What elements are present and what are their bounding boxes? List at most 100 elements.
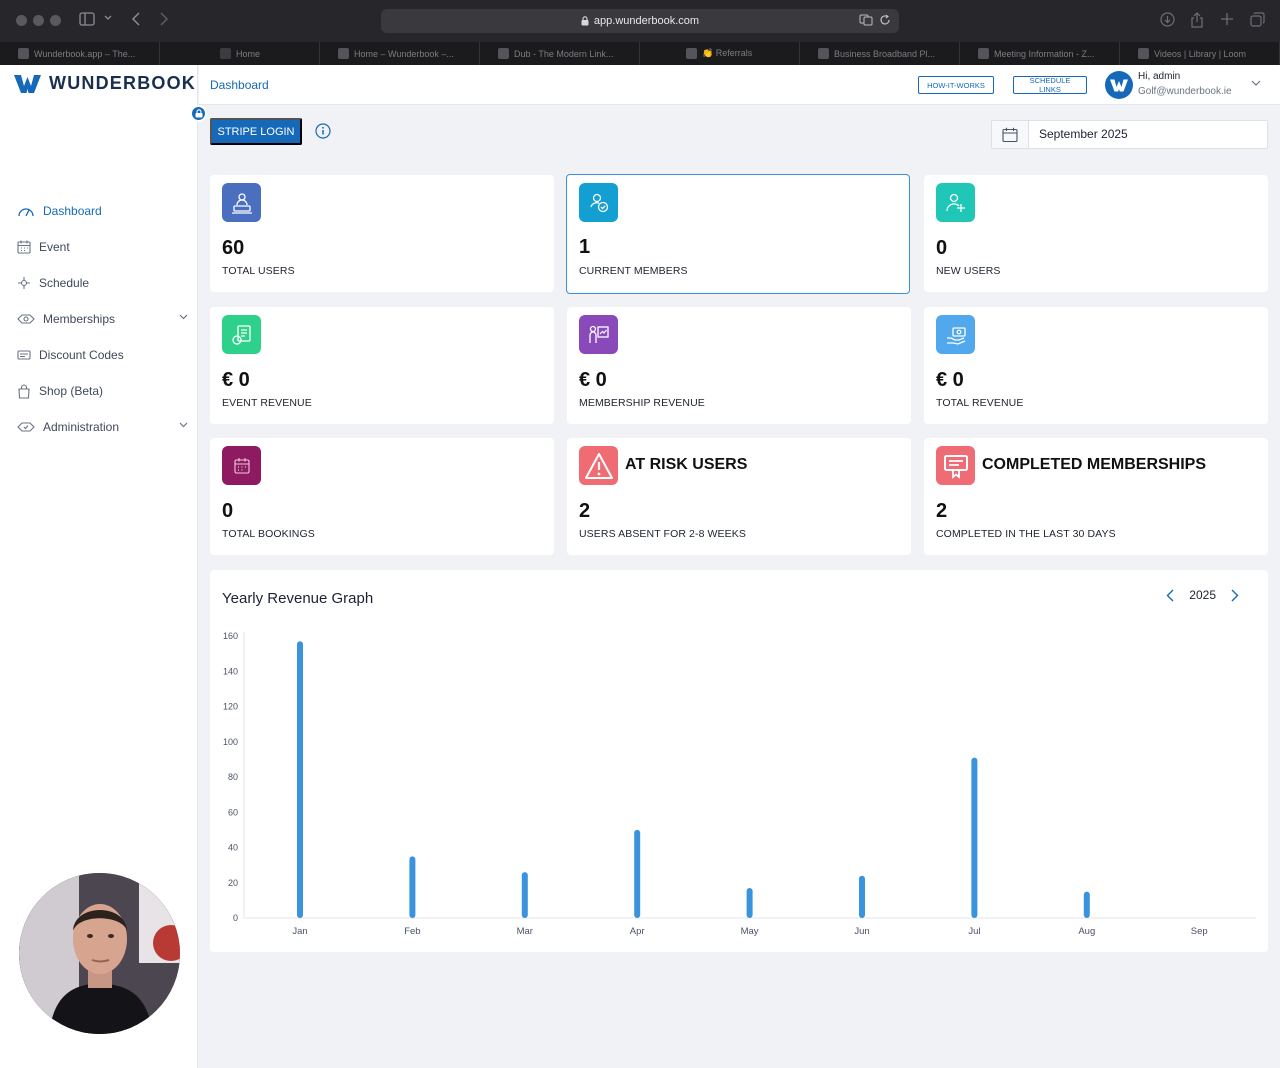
stat-card-membership-revenue[interactable]: € 0 MEMBERSHIP REVENUE [567, 307, 911, 424]
download-icon[interactable] [1160, 12, 1175, 27]
chevron-down-icon[interactable] [104, 15, 112, 21]
forward-icon[interactable] [159, 12, 169, 26]
stat-card-current-members[interactable]: 1 CURRENT MEMBERS [566, 174, 910, 294]
warning-icon [579, 446, 618, 485]
sidebar-item-dashboard[interactable]: Dashboard [0, 193, 198, 229]
x-tick-label: Mar [517, 926, 533, 937]
sidebar-item-memberships[interactable]: Memberships [0, 301, 198, 337]
webcam-overlay[interactable] [19, 873, 180, 1034]
speedometer-icon [18, 208, 34, 217]
lock-icon [195, 109, 202, 118]
stat-label: USERS ABSENT FOR 2-8 WEEKS [579, 528, 746, 540]
how-it-works-button[interactable]: HOW-IT-WORKS [918, 76, 994, 94]
favicon-icon [498, 48, 509, 59]
reload-icon[interactable] [879, 14, 891, 26]
revenue-bar-chart: 0 20 40 60 80 100 120 140 160 Jan Feb Mar Apr May Jun J… [223, 631, 1256, 937]
y-tick-label: 120 [223, 702, 238, 712]
tab-overview-icon[interactable] [1250, 12, 1265, 27]
lock-sidebar-button[interactable] [190, 105, 207, 122]
bag-icon [18, 383, 30, 399]
tab-title: Wunderbook.app – The... [34, 48, 136, 59]
favicon-icon [18, 48, 29, 59]
chevron-down-icon [179, 422, 188, 428]
calendar-icon [17, 240, 31, 254]
x-tick-label: Jan [292, 926, 307, 937]
calendar-icon [992, 121, 1029, 148]
browser-tab[interactable]: Wunderbook.app – The... [0, 42, 160, 65]
url-text: app.wunderbook.com [593, 15, 700, 27]
browser-tab[interactable]: Meeting Information - Z... [960, 42, 1120, 65]
avatar[interactable] [1105, 71, 1133, 99]
stat-title: AT RISK USERS [625, 456, 748, 473]
info-icon[interactable] [315, 123, 331, 139]
stat-card-at-risk-users[interactable]: AT RISK USERS 2 USERS ABSENT FOR 2-8 WEE… [567, 438, 911, 555]
stat-label: TOTAL REVENUE [936, 397, 1024, 409]
month-picker[interactable]: September 2025 [991, 120, 1268, 149]
tab-title: Videos | Library | Loom [1154, 48, 1247, 59]
wunderbook-logo-icon [14, 74, 41, 93]
stat-value: 0 [936, 237, 948, 259]
sidebar-toggle-icon[interactable] [79, 12, 95, 26]
browser-tab[interactable]: Dub - The Modern Link... [480, 42, 640, 65]
share-icon[interactable] [1190, 12, 1204, 28]
browser-tab[interactable]: 👏 Referrals [640, 42, 800, 65]
y-tick-label: 40 [228, 843, 238, 853]
sidebar-item-event[interactable]: Event [0, 229, 198, 265]
tab-title: Home – Wunderbook –... [354, 48, 454, 59]
brand-name: WUNDERBOOK [49, 73, 196, 93]
stat-label: CURRENT MEMBERS [579, 265, 688, 277]
browser-toolbar: app.wunderbook.com [0, 0, 1280, 42]
breadcrumb[interactable]: Dashboard [210, 78, 269, 92]
x-tick-label: May [741, 926, 759, 937]
translate-icon[interactable] [859, 14, 873, 26]
tab-title: Meeting Information - Z... [994, 48, 1095, 59]
browser-tab[interactable]: Business Broadband Pl... [800, 42, 960, 65]
schedule-links-button[interactable]: SCHEDULE LINKS [1013, 76, 1087, 94]
stat-card-completed-memberships[interactable]: COMPLETED MEMBERSHIPS 2 COMPLETED IN THE… [924, 438, 1268, 555]
x-tick-label: Jun [854, 926, 869, 937]
y-tick-label: 100 [223, 737, 238, 747]
stat-card-total-revenue[interactable]: € 0 TOTAL REVENUE [924, 307, 1268, 424]
stripe-login-button[interactable]: STRIPE LOGIN [210, 118, 302, 145]
sidebar-item-discount-codes[interactable]: Discount Codes [0, 337, 198, 373]
ticket-icon [17, 350, 31, 360]
stat-value: € 0 [936, 369, 964, 391]
favicon-icon [338, 48, 349, 59]
zoom-window-button[interactable] [50, 15, 61, 26]
back-icon[interactable] [131, 12, 141, 26]
chevron-down-icon[interactable] [1251, 80, 1261, 87]
minimize-window-button[interactable] [33, 15, 44, 26]
sidebar-item-schedule[interactable]: Schedule [0, 265, 198, 301]
y-tick-label: 160 [223, 631, 238, 641]
schedule-icon [18, 277, 30, 289]
tab-title: Business Broadband Pl... [834, 48, 936, 59]
stat-label: EVENT REVENUE [222, 397, 312, 409]
browser-tab[interactable]: Home [160, 42, 320, 65]
stat-card-total-bookings[interactable]: 0 TOTAL BOOKINGS [210, 438, 554, 555]
sidebar-item-administration[interactable]: Administration [0, 409, 198, 445]
stat-value: € 0 [579, 369, 607, 391]
stat-card-total-users[interactable]: 60 TOTAL USERS [210, 175, 554, 292]
favicon-icon [978, 48, 989, 59]
tab-title: Dub - The Modern Link... [514, 48, 614, 59]
chart-bar [971, 757, 978, 918]
chart-bar [297, 641, 303, 918]
sidebar-item-shop[interactable]: Shop (Beta) [0, 373, 198, 409]
booking-calendar-icon [222, 446, 261, 485]
user-greeting: Hi, admin [1138, 71, 1181, 82]
stat-label: TOTAL BOOKINGS [222, 528, 315, 540]
stat-card-new-users[interactable]: 0 NEW USERS [924, 175, 1268, 292]
brand-logo[interactable]: WUNDERBOOK [14, 73, 196, 94]
stat-label: TOTAL USERS [222, 265, 295, 277]
stat-value: € 0 [222, 369, 250, 391]
new-tab-icon[interactable] [1220, 12, 1234, 26]
browser-tab[interactable]: Videos | Library | Loom [1120, 42, 1280, 65]
favicon-icon [818, 48, 829, 59]
close-window-button[interactable] [16, 15, 27, 26]
admin-icon [17, 422, 35, 432]
browser-tab[interactable]: Home – Wunderbook –... [320, 42, 480, 65]
address-bar[interactable]: app.wunderbook.com [381, 9, 899, 33]
stat-label: NEW USERS [936, 265, 1001, 277]
stat-card-event-revenue[interactable]: € 0 EVENT REVENUE [210, 307, 554, 424]
member-check-icon [579, 183, 618, 222]
